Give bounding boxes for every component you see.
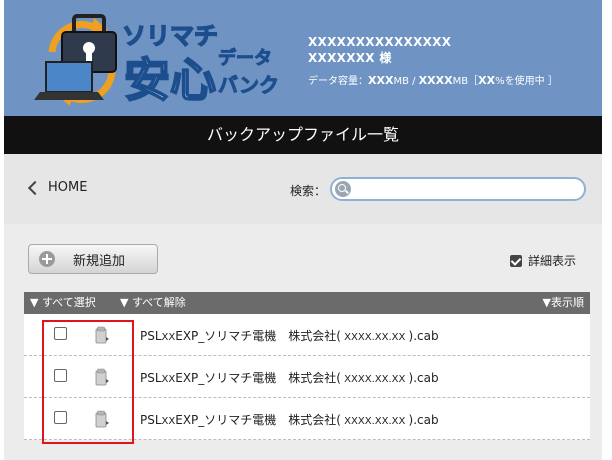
add-new-button[interactable]: 新規追加 (28, 244, 158, 274)
app-logo: ソリマチ 安心 データ バンク (34, 10, 284, 110)
detail-view-toggle[interactable]: 詳細表示 (510, 252, 576, 269)
storage-percent-suffix: %を使用中 ］ (495, 76, 558, 87)
storage-used-unit: MB / (393, 76, 419, 87)
table-row: PSLXXEXP_ソリマチ電機 株式会社( XXXX.XX.XX ).cab (24, 356, 590, 398)
user-name: XXXXXXX 様 (308, 51, 392, 65)
chevron-left-icon (27, 180, 43, 195)
file-name[interactable]: PSLXXEXP_ソリマチ電機 株式会社( XXXX.XX.XX ).cab (140, 369, 439, 386)
storage-usage: データ容量：XXXMB / XXXXMB［XX%を使用中 ］ (308, 74, 558, 89)
app-header: ソリマチ 安心 データ バンク XXXXXXXXXXXXXXX XXXXXXX … (4, 0, 602, 116)
file-ext: ).cab (408, 371, 439, 385)
select-all-link[interactable]: ▼ すべて選択 (30, 292, 96, 314)
file-date: XXXX.XX.XX (340, 416, 409, 427)
file-company: EXP_ソリマチ電機 株式会社( (175, 413, 341, 427)
table-row: PSLXXEXP_ソリマチ電機 株式会社( XXXX.XX.XX ).cab (24, 398, 590, 440)
file-company: EXP_ソリマチ電機 株式会社( (175, 329, 341, 343)
file-prefix: PSL (140, 371, 162, 385)
deselect-all-link[interactable]: ▼ すべて解除 (120, 292, 186, 314)
archive-file-icon (95, 410, 109, 428)
file-name[interactable]: PSLXXEXP_ソリマチ電機 株式会社( XXXX.XX.XX ).cab (140, 327, 439, 344)
detail-view-label: 詳細表示 (528, 254, 577, 268)
user-info: XXXXXXXXXXXXXXX XXXXXXX 様 データ容量：XXXMB / … (308, 34, 558, 89)
storage-total: XXXX (418, 74, 453, 87)
list-header: ▼ すべて選択 ▼ すべて解除 ▼表示順 (24, 292, 590, 314)
logo-sub-top-text: データ (218, 47, 272, 69)
file-list-panel: 新規追加 詳細表示 ▼ すべて選択 ▼ すべて解除 ▼表示順 PSLXXEXP_… (4, 224, 602, 460)
sort-order-link[interactable]: ▼表示順 (543, 292, 584, 314)
row-checkbox[interactable] (54, 327, 67, 340)
file-name[interactable]: PSLXXEXP_ソリマチ電機 株式会社( XXXX.XX.XX ).cab (140, 411, 439, 428)
logo-brand-text: ソリマチ (122, 22, 218, 50)
row-checkbox[interactable] (54, 411, 67, 424)
storage-percent: XX (478, 74, 496, 87)
nav-bar: HOME 検索： (4, 154, 602, 224)
file-code: XX (161, 332, 176, 343)
archive-file-icon (95, 368, 109, 386)
file-ext: ).cab (408, 413, 439, 427)
file-ext: ).cab (408, 329, 439, 343)
search-icon (335, 181, 351, 197)
logo-main-text: 安心 (124, 53, 216, 107)
file-code: XX (161, 416, 176, 427)
storage-used: XXX (368, 74, 394, 87)
file-prefix: PSL (140, 329, 162, 343)
page: ソリマチ 安心 データ バンク XXXXXXXXXXXXXXX XXXXXXX … (0, 0, 612, 460)
file-date: XXXX.XX.XX (340, 332, 409, 343)
storage-total-unit: MB［ (452, 76, 479, 87)
storage-prefix: データ容量： (308, 76, 368, 87)
file-company: EXP_ソリマチ電機 株式会社( (175, 371, 341, 385)
file-date: XXXX.XX.XX (340, 374, 409, 385)
row-checkbox[interactable] (54, 369, 67, 382)
file-prefix: PSL (140, 413, 162, 427)
user-line-1: XXXXXXXXXXXXXXX (308, 35, 452, 49)
add-new-label: 新規追加 (73, 253, 126, 269)
search-input[interactable] (354, 181, 580, 199)
search-label: 検索： (290, 184, 327, 198)
checkbox-checked-icon[interactable] (510, 254, 522, 267)
plus-icon (39, 251, 55, 267)
archive-file-icon (95, 326, 109, 344)
logo-sub-bottom-text: バンク (218, 73, 279, 97)
page-title: バックアップファイル一覧 (4, 116, 602, 154)
search-box[interactable] (330, 177, 586, 201)
file-rows: PSLXXEXP_ソリマチ電機 株式会社( XXXX.XX.XX ).cab P… (24, 314, 590, 440)
logo-graphic: ソリマチ 安心 データ バンク (34, 14, 280, 108)
home-label: HOME (48, 180, 88, 195)
table-row: PSLXXEXP_ソリマチ電機 株式会社( XXXX.XX.XX ).cab (24, 314, 590, 356)
home-link[interactable]: HOME (26, 180, 87, 195)
file-code: XX (161, 374, 176, 385)
